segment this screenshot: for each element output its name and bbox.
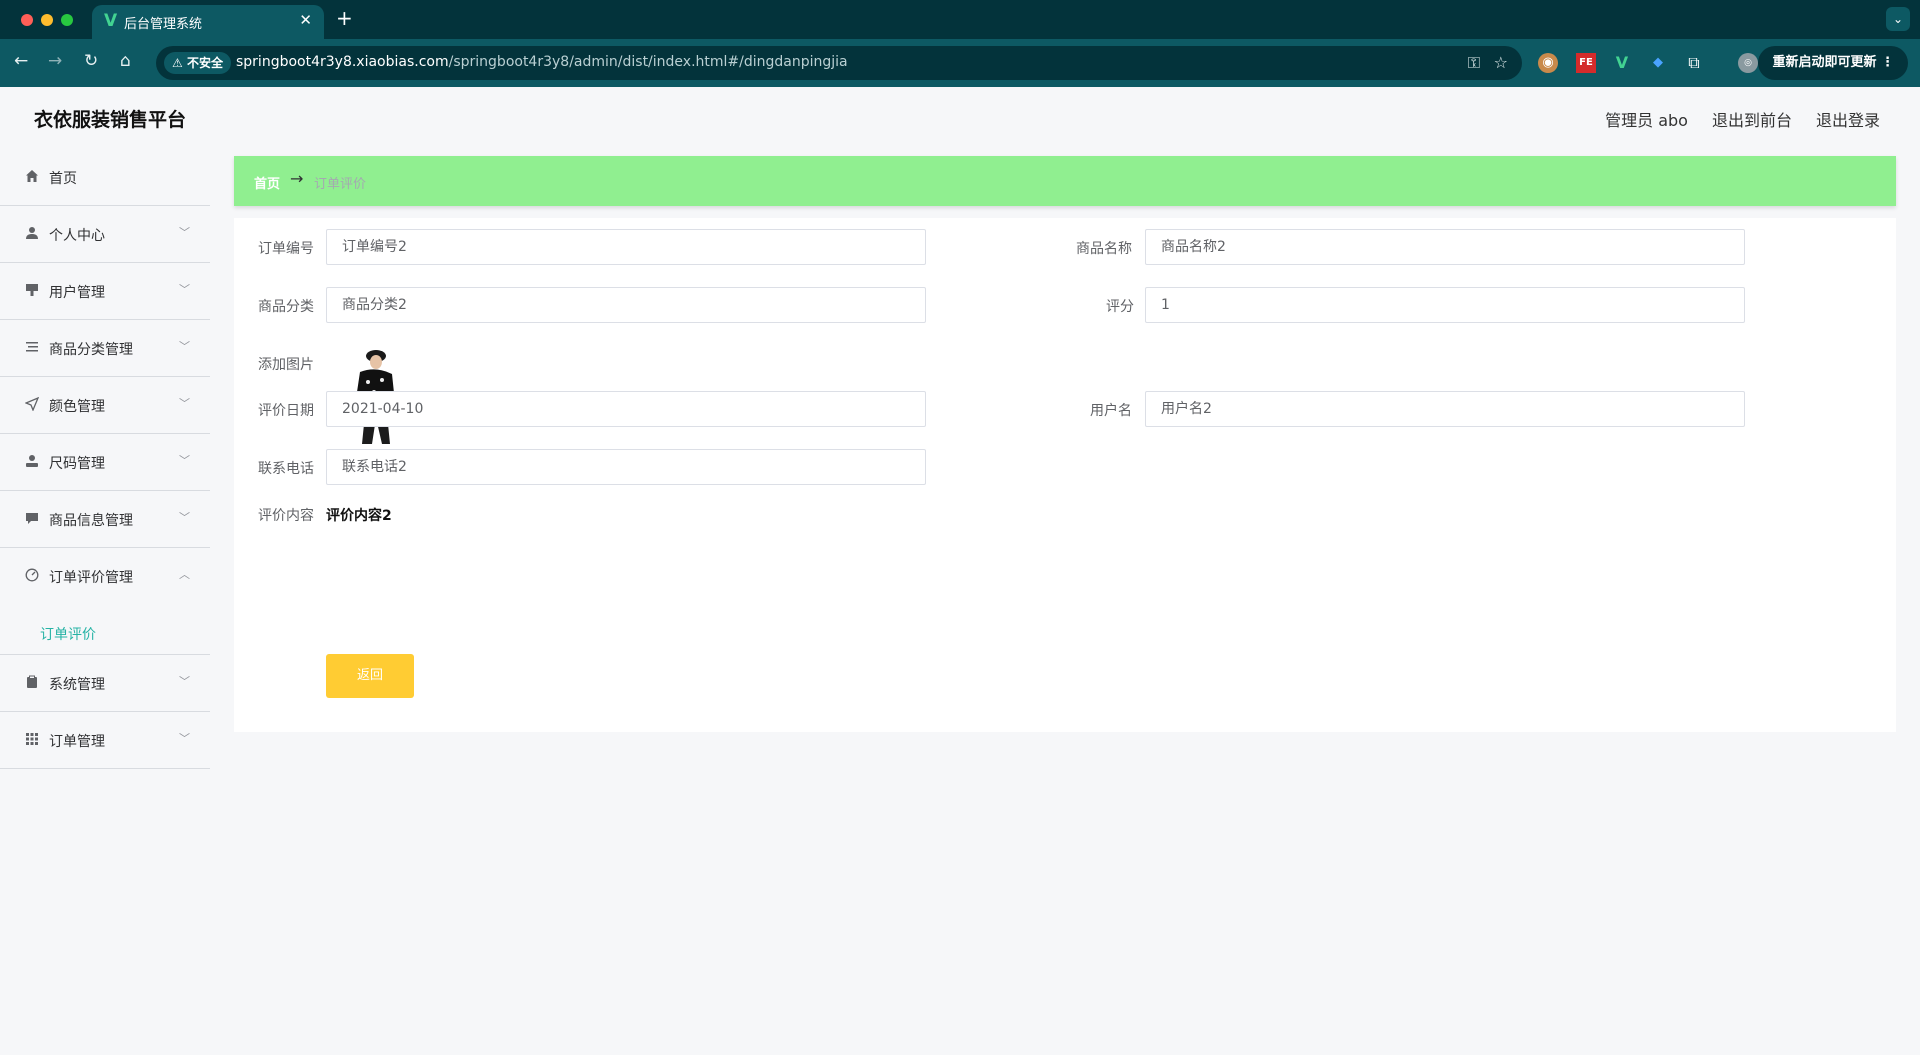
home-icon bbox=[24, 169, 40, 185]
sidebar-subitem-order-review[interactable]: 订单评价 bbox=[40, 624, 96, 644]
tab-title: 后台管理系统 bbox=[124, 17, 203, 32]
score-field[interactable]: 1 bbox=[1145, 287, 1745, 323]
username-field[interactable]: 用户名2 bbox=[1145, 391, 1745, 427]
app-header: 衣依服装销售平台 管理员 abo 退出到前台 退出登录 bbox=[0, 87, 1920, 149]
chevron-down-icon: ﹀ bbox=[179, 511, 190, 524]
user-icon bbox=[24, 226, 40, 242]
product-name-label: 商品名称 bbox=[1076, 241, 1132, 257]
image-label: 添加图片 bbox=[258, 357, 314, 373]
chat-icon bbox=[24, 511, 40, 527]
gauge-icon bbox=[24, 568, 40, 584]
tab-search-icon[interactable]: ⌄ bbox=[1886, 7, 1910, 31]
sidebar-menu: 首页 个人中心 ﹀ 用户管理 ﹀ 商品分类管理 ﹀ 颜色管理 ﹀ 尺码管理 ﹀ bbox=[0, 149, 210, 1055]
breadcrumb-home-link[interactable]: 首页 bbox=[254, 173, 280, 192]
extension-vue-icon[interactable]: V bbox=[1612, 53, 1632, 73]
new-tab-icon[interactable]: + bbox=[336, 6, 353, 30]
logout-link[interactable]: 退出登录 bbox=[1816, 107, 1880, 131]
home-page-icon[interactable]: ⌂ bbox=[120, 51, 131, 71]
maximize-window-button[interactable] bbox=[61, 14, 73, 26]
update-button[interactable]: 重新启动即可更新 ⋮ bbox=[1758, 46, 1908, 80]
phone-label: 联系电话 bbox=[258, 461, 314, 477]
sidebar-item-user-management[interactable]: 用户管理 ﹀ bbox=[0, 263, 210, 320]
address-bar[interactable]: ⚠ 不安全 springboot4r3y8.xiaobias.com/sprin… bbox=[156, 46, 1522, 80]
content-label: 评价内容 bbox=[258, 508, 314, 524]
sidebar-item-label: 尺码管理 bbox=[49, 456, 105, 472]
chevron-down-icon: ﹀ bbox=[179, 454, 190, 467]
sidebar-item-review-management[interactable]: 订单评价管理 ︿ 订单评价 bbox=[0, 548, 210, 655]
sidebar-item-personal-center[interactable]: 个人中心 ﹀ bbox=[0, 206, 210, 263]
sidebar-item-label: 颜色管理 bbox=[49, 399, 105, 415]
extensions-puzzle-icon[interactable]: ⧉ bbox=[1684, 53, 1704, 73]
order-no-field[interactable]: 订单编号2 bbox=[326, 229, 926, 265]
extension-owl-icon[interactable]: ◉ bbox=[1538, 53, 1558, 73]
sidebar-item-label: 商品信息管理 bbox=[49, 513, 133, 529]
sidebar-item-color-management[interactable]: 颜色管理 ﹀ bbox=[0, 377, 210, 434]
exit-to-front-link[interactable]: 退出到前台 bbox=[1712, 107, 1792, 131]
phone-field[interactable]: 联系电话2 bbox=[326, 449, 926, 485]
sidebar-item-category-management[interactable]: 商品分类管理 ﹀ bbox=[0, 320, 210, 377]
sidebar-item-product-management[interactable]: 商品信息管理 ﹀ bbox=[0, 491, 210, 548]
close-window-button[interactable] bbox=[21, 14, 33, 26]
breadcrumb: 首页 → 订单评价 bbox=[234, 156, 1896, 206]
brush-icon bbox=[24, 283, 40, 299]
browser-tab[interactable]: V 后台管理系统 ✕ bbox=[92, 5, 324, 39]
chevron-down-icon: ﹀ bbox=[179, 283, 190, 296]
sidebar-item-label: 订单评价管理 bbox=[49, 570, 133, 586]
category-field[interactable]: 商品分类2 bbox=[326, 287, 926, 323]
date-field[interactable]: 2021-04-10 bbox=[326, 391, 926, 427]
sidebar-item-size-management[interactable]: 尺码管理 ﹀ bbox=[0, 434, 210, 491]
browser-tab-bar: V 后台管理系统 ✕ + ⌄ bbox=[0, 0, 1920, 39]
extension-fe-icon[interactable]: FE bbox=[1576, 53, 1596, 73]
grid-icon bbox=[24, 732, 40, 748]
sidebar-item-label: 系统管理 bbox=[49, 677, 105, 693]
score-label: 评分 bbox=[1106, 299, 1134, 315]
close-tab-icon[interactable]: ✕ bbox=[299, 11, 312, 29]
minimize-window-button[interactable] bbox=[41, 14, 53, 26]
chevron-down-icon: ﹀ bbox=[179, 397, 190, 410]
chevron-up-icon: ︿ bbox=[179, 568, 190, 581]
username-label: 用户名 bbox=[1090, 403, 1132, 419]
product-name-field[interactable]: 商品名称2 bbox=[1145, 229, 1745, 265]
order-no-label: 订单编号 bbox=[258, 241, 314, 257]
back-button[interactable]: 返回 bbox=[326, 654, 414, 698]
sidebar-item-label: 商品分类管理 bbox=[49, 342, 133, 358]
user-solid-icon bbox=[24, 454, 40, 470]
url-text[interactable]: springboot4r3y8.xiaobias.com/springboot4… bbox=[236, 54, 848, 70]
category-label: 商品分类 bbox=[258, 299, 314, 315]
review-detail-form: 订单编号 订单编号2 商品名称 商品名称2 商品分类 商品分类2 评分 1 添加… bbox=[234, 218, 1896, 732]
chevron-down-icon: ﹀ bbox=[179, 675, 190, 688]
profile-avatar-icon[interactable]: ◎ bbox=[1738, 53, 1758, 73]
extension-diamond-icon[interactable]: ◆ bbox=[1648, 53, 1668, 73]
browser-toolbar: ← → ↻ ⌂ ⚠ 不安全 springboot4r3y8.xiaobias.c… bbox=[0, 39, 1920, 87]
chevron-down-icon: ﹀ bbox=[179, 732, 190, 745]
sidebar-item-label: 用户管理 bbox=[49, 285, 105, 301]
site-title: 衣依服装销售平台 bbox=[34, 109, 187, 131]
back-icon[interactable]: ← bbox=[14, 51, 28, 71]
sidebar-item-label: 订单管理 bbox=[49, 734, 105, 750]
sidebar-item-label: 首页 bbox=[49, 171, 77, 187]
breadcrumb-arrow-icon: → bbox=[290, 169, 304, 188]
insecure-badge[interactable]: ⚠ 不安全 bbox=[164, 52, 231, 74]
reload-icon[interactable]: ↻ bbox=[84, 51, 98, 71]
vue-logo-icon: V bbox=[104, 11, 118, 31]
bookmark-star-icon[interactable]: ☆ bbox=[1494, 53, 1508, 72]
forward-icon[interactable]: → bbox=[48, 51, 62, 71]
date-label: 评价日期 bbox=[258, 403, 314, 419]
admin-user-label: 管理员 abo bbox=[1605, 111, 1688, 130]
header-links: 管理员 abo 退出到前台 退出登录 bbox=[1605, 107, 1880, 131]
send-icon bbox=[24, 396, 40, 413]
review-content: 评价内容2 bbox=[326, 508, 392, 524]
sidebar-item-label: 个人中心 bbox=[49, 228, 105, 244]
sidebar-item-home[interactable]: 首页 bbox=[0, 149, 210, 206]
chevron-down-icon: ﹀ bbox=[179, 226, 190, 239]
clipboard-icon bbox=[24, 675, 40, 691]
breadcrumb-current: 订单评价 bbox=[314, 177, 367, 192]
key-icon[interactable]: ⚿ bbox=[1468, 53, 1480, 73]
chevron-down-icon: ﹀ bbox=[179, 340, 190, 353]
list-icon bbox=[24, 340, 40, 356]
sidebar-item-order-management[interactable]: 订单管理 ﹀ bbox=[0, 712, 210, 769]
sidebar-item-system-management[interactable]: 系统管理 ﹀ bbox=[0, 655, 210, 712]
